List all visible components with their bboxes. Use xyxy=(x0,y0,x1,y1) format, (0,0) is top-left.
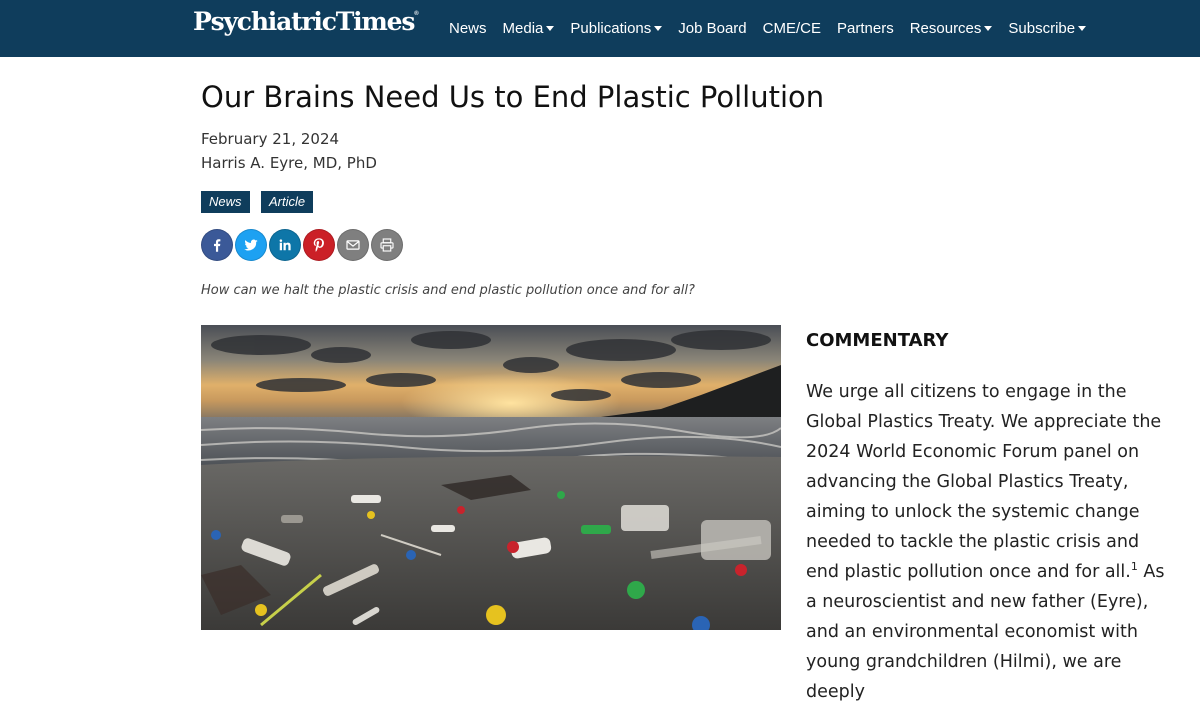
article-date: February 21, 2024 xyxy=(201,130,340,148)
facebook-share-button[interactable] xyxy=(201,229,233,261)
nav-label: Subscribe xyxy=(1008,20,1076,37)
nav-cme-ce[interactable]: CME/CE xyxy=(763,20,821,37)
pinterest-icon xyxy=(313,238,324,252)
nav-partners[interactable]: Partners xyxy=(837,20,894,37)
nav-resources[interactable]: Resources xyxy=(910,20,993,37)
body-paragraph-start: We urge all citizens to engage in the Gl… xyxy=(806,382,1162,582)
facebook-icon xyxy=(214,239,221,252)
main-nav: News Media Publications Job Board CME/CE… xyxy=(449,0,1087,57)
nav-job-board[interactable]: Job Board xyxy=(678,20,746,37)
email-icon xyxy=(346,240,360,250)
caret-down-icon xyxy=(984,26,993,31)
email-share-button[interactable] xyxy=(337,229,369,261)
tag-article[interactable]: Article xyxy=(261,191,314,213)
print-button[interactable] xyxy=(371,229,403,261)
article-author[interactable]: Harris A. Eyre, MD, PhD xyxy=(201,154,377,172)
nav-label: Publications xyxy=(570,20,652,37)
twitter-icon xyxy=(244,239,258,251)
nav-label: Job Board xyxy=(678,20,747,37)
nav-label: Resources xyxy=(909,20,982,37)
section-label: COMMENTARY xyxy=(806,330,949,351)
article-subtitle: How can we halt the plastic crisis and e… xyxy=(201,283,695,298)
nav-label: CME/CE xyxy=(762,20,821,37)
nav-subscribe[interactable]: Subscribe xyxy=(1008,20,1087,37)
article-body: We urge all citizens to engage in the Gl… xyxy=(806,377,1176,707)
beach-plastic-pollution-image xyxy=(201,325,781,630)
caret-down-icon xyxy=(546,26,555,31)
article-title: Our Brains Need Us to End Plastic Pollut… xyxy=(201,80,825,114)
linkedin-share-button[interactable] xyxy=(269,229,301,261)
registered-mark: ® xyxy=(414,11,419,17)
share-bar xyxy=(201,229,405,261)
caret-down-icon xyxy=(654,26,663,31)
nav-label: Media xyxy=(502,20,544,37)
tag-news[interactable]: News xyxy=(201,191,250,213)
footnote-link[interactable]: 1 xyxy=(1131,560,1138,573)
twitter-share-button[interactable] xyxy=(235,229,267,261)
linkedin-icon xyxy=(279,239,291,251)
site-header: PsychiatricTimes® News Media Publication… xyxy=(0,0,1200,57)
caret-down-icon xyxy=(1078,26,1087,31)
logo-text: PsychiatricTimes xyxy=(193,7,415,36)
nav-publications[interactable]: Publications xyxy=(570,20,663,37)
nav-media[interactable]: Media xyxy=(503,20,555,37)
site-logo[interactable]: PsychiatricTimes® xyxy=(193,7,419,36)
nav-label: News xyxy=(449,20,487,37)
print-icon xyxy=(380,238,394,252)
hero-image xyxy=(201,325,781,630)
nav-label: Partners xyxy=(837,20,894,37)
nav-news[interactable]: News xyxy=(449,20,487,37)
body-paragraph-continued: As a neuroscientist and new father (Eyre… xyxy=(806,562,1165,702)
pinterest-share-button[interactable] xyxy=(303,229,335,261)
